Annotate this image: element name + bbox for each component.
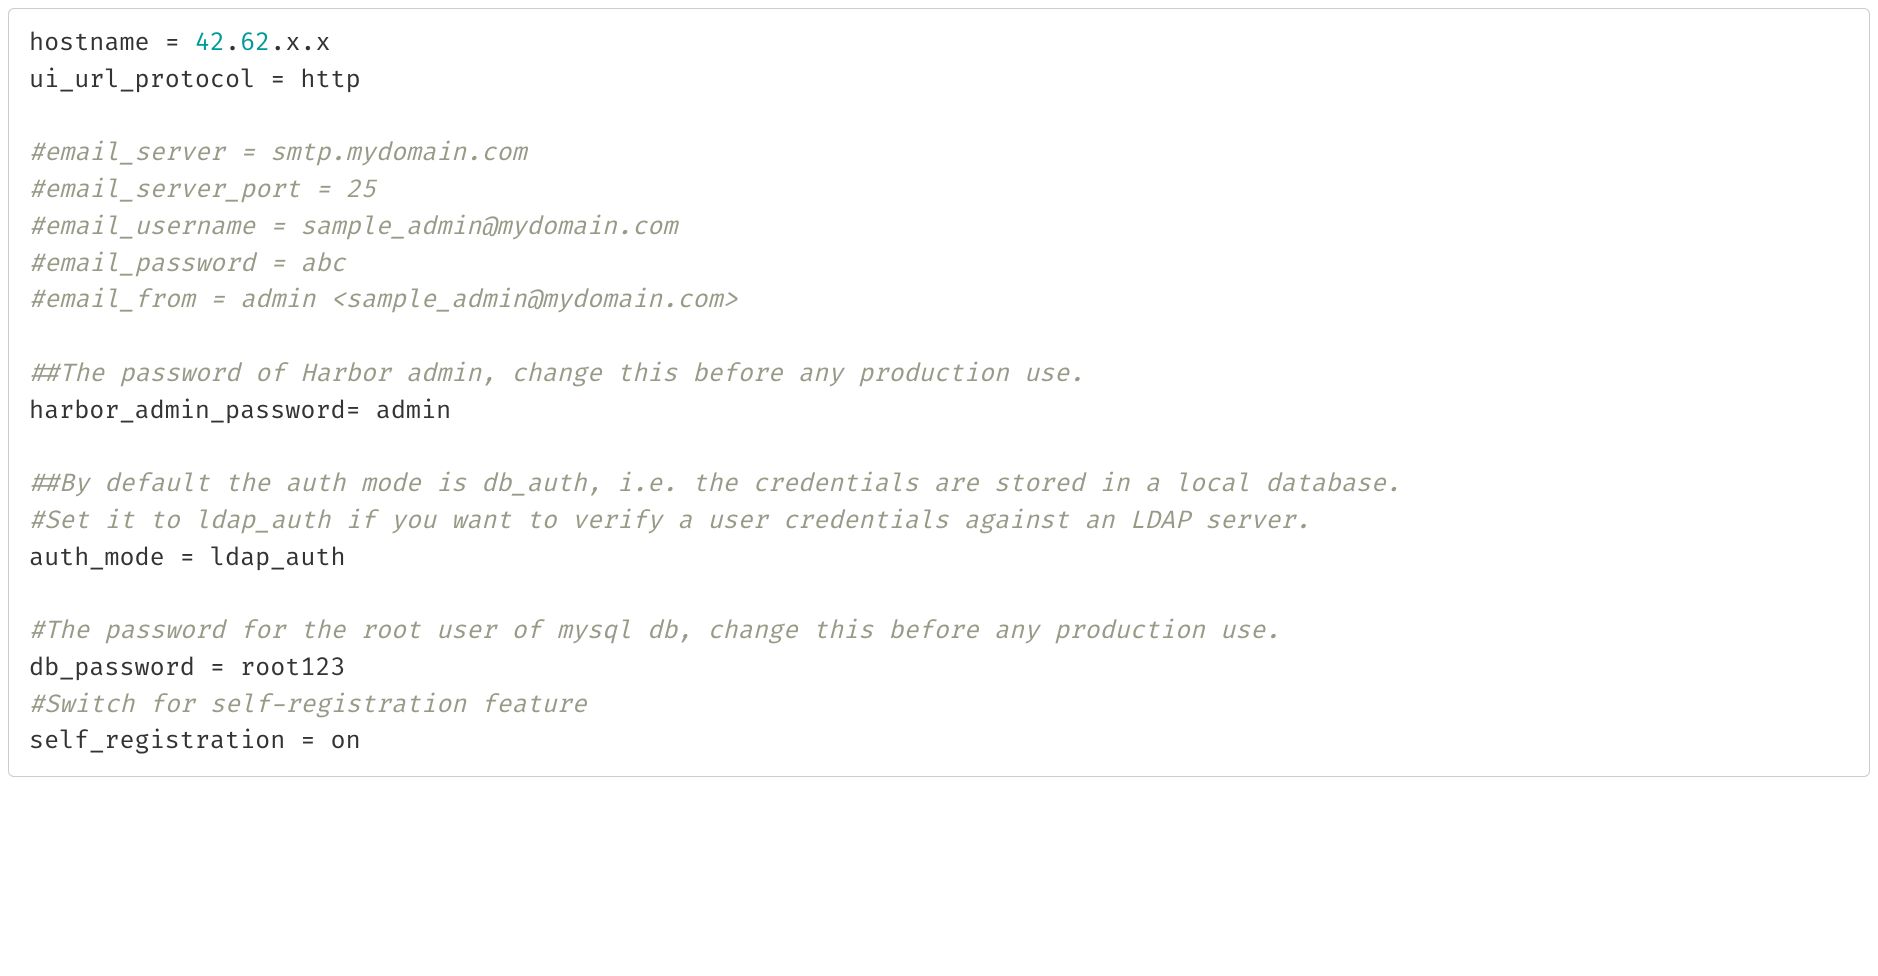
code-line-blank [29, 576, 1849, 613]
code-line-comment: #The password for the root user of mysql… [29, 613, 1849, 650]
code-block: hostname = 42.62.x.x ui_url_protocol = h… [8, 8, 1870, 777]
code-line-comment: #Switch for self-registration feature [29, 687, 1849, 724]
code-line-comment: ##The password of Harbor admin, change t… [29, 356, 1849, 393]
code-line-comment: #email_password = abc [29, 246, 1849, 283]
text: .x.x [270, 27, 330, 58]
code-line: auth_mode = ldap_auth [29, 540, 1849, 577]
code-line-1: hostname = 42.62.x.x [29, 25, 1849, 62]
code-line-2: ui_url_protocol = http [29, 62, 1849, 99]
number: 62 [240, 27, 270, 58]
text: . [225, 27, 240, 58]
code-line-blank [29, 429, 1849, 466]
code-line-comment: ##By default the auth mode is db_auth, i… [29, 466, 1849, 503]
code-line: harbor_admin_password= admin [29, 393, 1849, 430]
text: hostname = [29, 27, 195, 58]
code-line: db_password = root123 [29, 650, 1849, 687]
code-line-comment: #email_from = admin <sample_admin@mydoma… [29, 282, 1849, 319]
code-line: self_registration = on [29, 723, 1849, 760]
code-line-comment: #Set it to ldap_auth if you want to veri… [29, 503, 1849, 540]
code-line-blank [29, 99, 1849, 136]
code-line-comment: #email_server_port = 25 [29, 172, 1849, 209]
number: 42 [195, 27, 225, 58]
code-line-blank [29, 319, 1849, 356]
code-line-comment: #email_server = smtp.mydomain.com [29, 135, 1849, 172]
code-line-comment: #email_username = sample_admin@mydomain.… [29, 209, 1849, 246]
